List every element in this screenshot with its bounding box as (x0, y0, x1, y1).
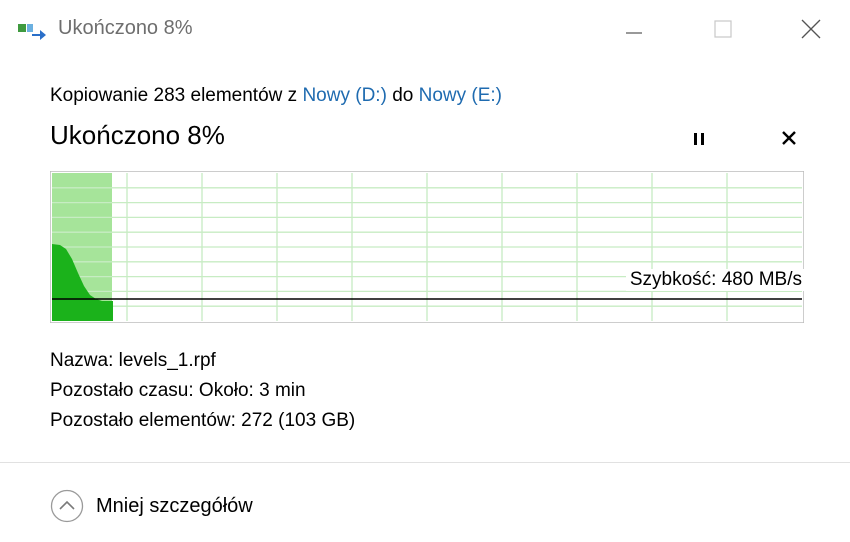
close-window-button[interactable] (791, 12, 831, 46)
window-title: Ukończono 8% (58, 17, 193, 39)
less-details-label: Mniej szczegółów (96, 494, 253, 517)
time-remaining-row: Pozostało czasu: Około: 3 min (50, 376, 355, 406)
pause-icon (694, 133, 704, 145)
copy-prefix: Kopiowanie 283 elementów z (50, 85, 298, 106)
close-icon (801, 19, 821, 39)
cancel-icon (782, 131, 796, 145)
details-panel: Nazwa: levels_1.rpf Pozostało czasu: Oko… (50, 346, 355, 436)
name-label: Nazwa: (50, 350, 114, 371)
speed-label: Szybkość: 480 MB/s (625, 269, 804, 291)
copy-file-icon (18, 24, 46, 40)
minimize-button[interactable] (614, 12, 654, 46)
time-remaining-value: Około: 3 min (198, 380, 306, 401)
transfer-speed-graph: Szybkość: 480 MB/s (50, 171, 804, 323)
items-remaining-label: Pozostało elementów: (50, 410, 236, 431)
destination-link[interactable]: Nowy (E:) (419, 85, 502, 106)
minimize-icon (626, 32, 642, 34)
cancel-button[interactable] (774, 126, 804, 152)
title-bar: Ukończono 8% (0, 0, 850, 58)
maximize-button[interactable] (703, 12, 743, 46)
source-link[interactable]: Nowy (D:) (302, 85, 386, 106)
chevron-up-icon (50, 489, 84, 523)
name-row: Nazwa: levels_1.rpf (50, 346, 355, 376)
maximize-icon (714, 20, 732, 38)
items-remaining-row: Pozostało elementów: 272 (103 GB) (50, 406, 355, 436)
copy-middle: do (392, 85, 414, 106)
copy-description: Kopiowanie 283 elementów z Nowy (D:) do … (50, 85, 502, 107)
status-heading: Ukończono 8% (50, 120, 225, 150)
footer-divider (0, 462, 850, 463)
name-value: levels_1.rpf (118, 350, 216, 371)
items-remaining-value: 272 (103 GB) (241, 410, 356, 431)
less-details-button[interactable]: Mniej szczegółów (50, 488, 253, 524)
time-remaining-label: Pozostało czasu: (50, 380, 194, 401)
pause-button[interactable] (684, 126, 714, 152)
